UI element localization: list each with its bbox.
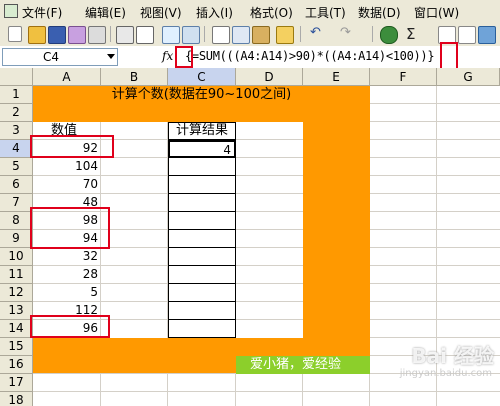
menu-bar: 文件(F) 编辑(E) 视图(V) 插入(I) 格式(O) 工具(T) 数据(D…	[0, 0, 500, 23]
toolbar-separator	[110, 26, 111, 42]
row-header[interactable]: 5	[0, 158, 33, 176]
autosum-icon[interactable]: Σ	[406, 25, 415, 43]
column-header-c[interactable]: C	[168, 68, 236, 86]
menu-file[interactable]: 文件(F)	[22, 4, 62, 21]
select-all-corner[interactable]	[0, 68, 33, 86]
cut-icon[interactable]	[212, 26, 230, 44]
print-preview-icon[interactable]	[136, 26, 154, 44]
worksheet-grid: A B C D E F G 1 2 3 4 5 6 7 8 9 10 11 12…	[0, 68, 500, 406]
row-header[interactable]: 7	[0, 194, 33, 212]
row-header[interactable]: 15	[0, 338, 33, 356]
row-header[interactable]: 17	[0, 374, 33, 392]
permission-icon[interactable]	[68, 26, 86, 44]
watermark-url: jingyan.baidu.com	[399, 368, 492, 379]
row-header[interactable]: 11	[0, 266, 33, 284]
name-box-value: C4	[43, 50, 60, 64]
hyperlink-icon[interactable]	[380, 26, 398, 44]
cell-c4-result[interactable]: 4	[168, 140, 236, 158]
cell-a12[interactable]: 5	[33, 284, 101, 302]
column-header-e[interactable]: E	[303, 68, 370, 86]
cell-a10[interactable]: 32	[33, 248, 101, 266]
chart-wizard-icon[interactable]	[478, 26, 496, 44]
name-box[interactable]: C4	[2, 48, 118, 66]
row-header[interactable]: 8	[0, 212, 33, 230]
row-header[interactable]: 3	[0, 122, 33, 140]
row-header[interactable]: 10	[0, 248, 33, 266]
menu-data[interactable]: 数据(D)	[358, 4, 401, 21]
toolbar-separator	[204, 26, 205, 42]
row-header[interactable]: 18	[0, 392, 33, 406]
cell-a11[interactable]: 28	[33, 266, 101, 284]
row-header[interactable]: 9	[0, 230, 33, 248]
new-document-icon[interactable]	[8, 26, 22, 42]
paste-icon[interactable]	[252, 26, 270, 44]
email-icon[interactable]	[88, 26, 106, 44]
menu-view[interactable]: 视图(V)	[140, 4, 182, 21]
sort-descending-icon[interactable]	[458, 26, 476, 44]
row-header[interactable]: 1	[0, 86, 33, 104]
cell-a6[interactable]: 70	[33, 176, 101, 194]
open-folder-icon[interactable]	[28, 26, 46, 44]
formula-bar: C4 fx {=SUM(((A4:A14)>90)*((A4:A14)<100)…	[0, 42, 500, 70]
cell-a8[interactable]: 98	[33, 212, 101, 230]
spelling-icon[interactable]	[162, 26, 180, 44]
column-header-b[interactable]: B	[101, 68, 168, 86]
menu-tools[interactable]: 工具(T)	[305, 4, 346, 21]
row-header[interactable]: 16	[0, 356, 33, 374]
format-painter-icon[interactable]	[276, 26, 294, 44]
copy-icon[interactable]	[232, 26, 250, 44]
column-header-f[interactable]: F	[370, 68, 437, 86]
row-header[interactable]: 4	[0, 140, 33, 158]
column-header-g[interactable]: G	[437, 68, 500, 86]
toolbar-separator	[300, 26, 301, 42]
cell-a9[interactable]: 94	[33, 230, 101, 248]
save-icon[interactable]	[48, 26, 66, 44]
toolbar-separator	[372, 26, 373, 42]
cell-a7[interactable]: 48	[33, 194, 101, 212]
row-header[interactable]: 2	[0, 104, 33, 122]
menu-window[interactable]: 窗口(W)	[414, 4, 459, 21]
highlight-close-brace	[440, 42, 458, 70]
cell-a13[interactable]: 112	[33, 302, 101, 320]
menu-format[interactable]: 格式(O)	[250, 4, 293, 21]
cell-a5[interactable]: 104	[33, 158, 101, 176]
undo-icon[interactable]: ↶	[310, 25, 321, 40]
values-header[interactable]: 数值	[33, 122, 101, 140]
formula-input[interactable]: {=SUM(((A4:A14)>90)*((A4:A14)<100))}	[185, 49, 435, 63]
banner-text: 爱小猪，爱经验	[236, 356, 370, 374]
excel-app-icon[interactable]	[4, 4, 21, 19]
print-icon[interactable]	[116, 26, 134, 44]
sort-ascending-icon[interactable]	[438, 26, 456, 44]
sheet-title: 计算个数(数据在90~100之间)	[111, 87, 292, 102]
column-header-a[interactable]: A	[33, 68, 101, 86]
menu-edit[interactable]: 编辑(E)	[85, 4, 126, 21]
menu-insert[interactable]: 插入(I)	[196, 4, 233, 21]
insert-function-icon[interactable]: fx	[162, 49, 173, 63]
redo-icon[interactable]: ↷	[340, 25, 351, 40]
column-header-d[interactable]: D	[236, 68, 303, 86]
row-header[interactable]: 13	[0, 302, 33, 320]
row-header[interactable]: 14	[0, 320, 33, 338]
research-icon[interactable]	[182, 26, 200, 44]
cell-a4[interactable]: 92	[33, 140, 101, 158]
watermark-logo: Bai 经验	[411, 344, 494, 368]
row-header[interactable]: 12	[0, 284, 33, 302]
standard-toolbar: ↶ ↷ Σ	[0, 22, 500, 47]
cell-a14[interactable]: 96	[33, 320, 101, 338]
chevron-down-icon[interactable]	[107, 54, 115, 59]
row-header[interactable]: 6	[0, 176, 33, 194]
